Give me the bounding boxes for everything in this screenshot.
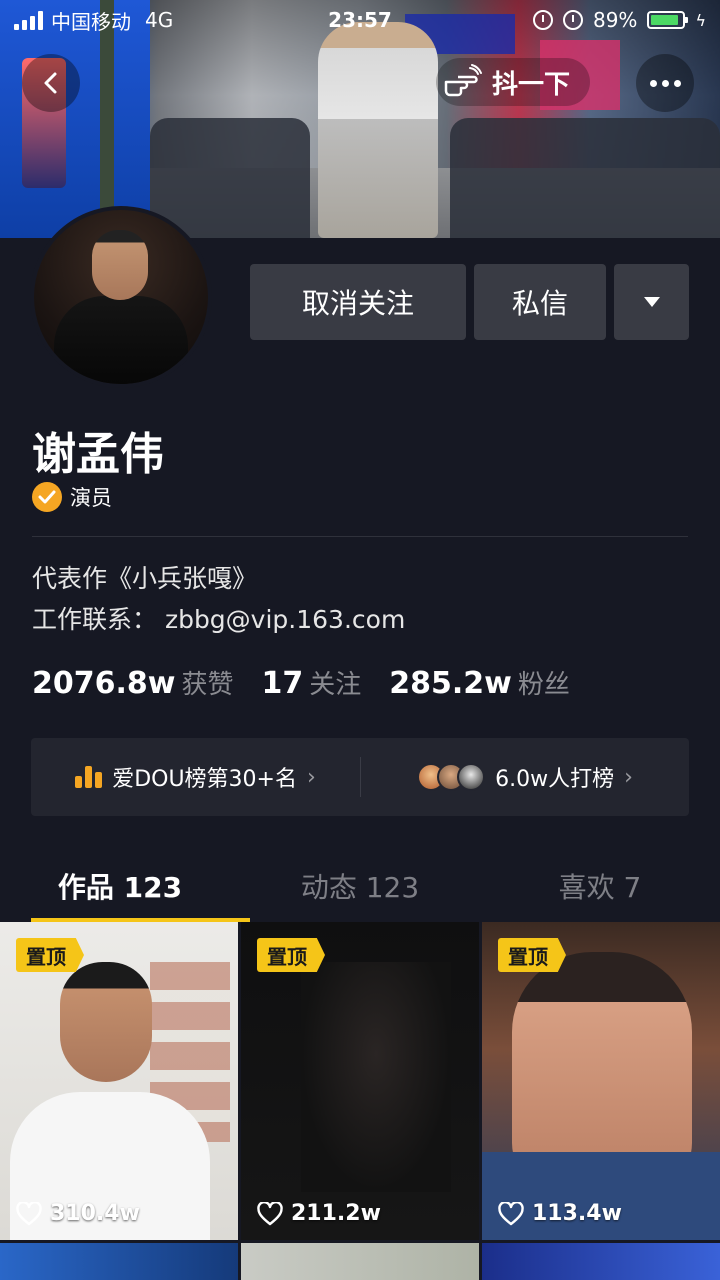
hand-point-icon: [444, 64, 482, 97]
status-bar: 中国移动 4G 23:57 89% ϟ: [0, 0, 720, 40]
pinned-badge: 置顶: [16, 938, 84, 972]
back-button[interactable]: [22, 54, 80, 112]
more-dots-icon: [649, 79, 657, 87]
unfollow-button[interactable]: 取消关注: [250, 264, 466, 340]
tab-likes[interactable]: 喜欢 7: [480, 850, 720, 922]
shake-button[interactable]: 抖一下: [436, 58, 591, 106]
bar-chart-icon: [75, 766, 103, 788]
avatar: [457, 763, 486, 791]
rank-bar: 爱DOU榜第30+名 › 6.0w人打榜 ›: [31, 738, 689, 816]
stat-label: 关注: [309, 670, 362, 700]
bio-line: 代表作《小兵张嘎》: [32, 564, 258, 593]
avatar-image: [34, 210, 208, 384]
tab-works[interactable]: 作品 123: [0, 850, 250, 922]
chevron-left-icon: [44, 72, 57, 94]
alarm-icon: [562, 10, 583, 30]
dou-rank-link[interactable]: 爱DOU榜第30+名 ›: [31, 738, 360, 816]
video-likes: 113.4w: [498, 1201, 622, 1226]
heart-icon: [257, 1201, 283, 1225]
video-thumbnail[interactable]: 置顶 310.4w: [0, 922, 238, 1240]
stat-label: 粉丝: [517, 670, 570, 700]
check-badge-icon: [32, 482, 62, 512]
shake-label: 抖一下: [492, 69, 571, 100]
avatar[interactable]: [30, 206, 212, 388]
profile-bio: 代表作《小兵张嘎》 工作联系： zbbg@vip.163.com: [32, 558, 405, 640]
supporters-label: 6.0w人打榜: [495, 767, 615, 792]
more-dots-icon: [661, 79, 669, 87]
stat-value: 285.2w: [389, 666, 512, 701]
stat-likes: 2076.8w 获赞: [32, 664, 234, 701]
profile-name: 谢孟伟: [32, 429, 164, 480]
battery-icon: [647, 11, 689, 29]
profile-stats: 2076.8w 获赞 17 关注 285.2w 粉丝: [32, 664, 570, 701]
dou-rank-label: 爱DOU榜第30+名: [112, 767, 297, 792]
cover-person: [318, 22, 438, 238]
signal-icon: [14, 10, 43, 30]
supporter-avatars: [417, 763, 486, 791]
likes-count: 310.4w: [50, 1201, 140, 1226]
chevron-right-icon: ›: [624, 764, 633, 790]
heart-icon: [16, 1201, 42, 1225]
tab-moments[interactable]: 动态 123: [240, 850, 480, 922]
cover-crowd: [450, 118, 720, 238]
verification-row: 演员: [32, 482, 112, 512]
avatar-suit: [54, 296, 188, 384]
battery-fill: [651, 15, 679, 25]
stat-followers[interactable]: 285.2w 粉丝: [389, 664, 570, 701]
profile-tabs: 作品 123 动态 123 喜欢 7: [0, 850, 720, 922]
stat-value: 17: [261, 666, 304, 701]
likes-count: 113.4w: [532, 1201, 622, 1226]
chevron-right-icon: ›: [306, 764, 316, 790]
recommend-dropdown-button[interactable]: [614, 264, 689, 340]
stat-value: 2076.8w: [32, 666, 176, 701]
pinned-badge: 置顶: [257, 938, 325, 972]
charging-icon: ϟ: [695, 10, 706, 30]
pinned-badge: 置顶: [498, 938, 566, 972]
video-likes: 211.2w: [257, 1201, 381, 1226]
message-button[interactable]: 私信: [474, 264, 606, 340]
video-likes: 310.4w: [16, 1201, 140, 1226]
battery-percent: 89%: [592, 8, 638, 32]
network-type: 4G: [145, 8, 174, 32]
avatar-face: [92, 230, 148, 300]
video-thumbnail[interactable]: [241, 1243, 479, 1280]
supporters-link[interactable]: 6.0w人打榜 ›: [361, 738, 689, 816]
video-thumbnail[interactable]: 置顶 211.2w: [241, 922, 479, 1240]
bio-line: 工作联系： zbbg@vip.163.com: [32, 605, 406, 634]
verification-label: 演员: [70, 486, 112, 510]
cover-crowd: [150, 118, 310, 238]
video-thumbnail[interactable]: [482, 1243, 720, 1280]
thumbnail-figure: [482, 1152, 720, 1240]
video-thumbnail[interactable]: 置顶 113.4w: [482, 922, 720, 1240]
video-grid: 置顶 310.4w 置顶 211.2w 置顶 113.4w: [0, 922, 720, 1280]
orientation-lock-icon: [532, 10, 553, 30]
divider: [32, 536, 688, 537]
likes-count: 211.2w: [291, 1201, 381, 1226]
stat-label: 获赞: [181, 670, 234, 700]
carrier-name: 中国移动: [51, 9, 131, 34]
triangle-down-icon: [643, 297, 660, 307]
more-dots-icon: [673, 79, 681, 87]
video-thumbnail[interactable]: [0, 1243, 238, 1280]
more-button[interactable]: [636, 54, 694, 112]
heart-icon: [498, 1201, 524, 1225]
thumbnail-figure: [10, 962, 210, 1240]
stat-following[interactable]: 17 关注: [262, 664, 362, 701]
thumbnail-figure: [301, 962, 451, 1192]
